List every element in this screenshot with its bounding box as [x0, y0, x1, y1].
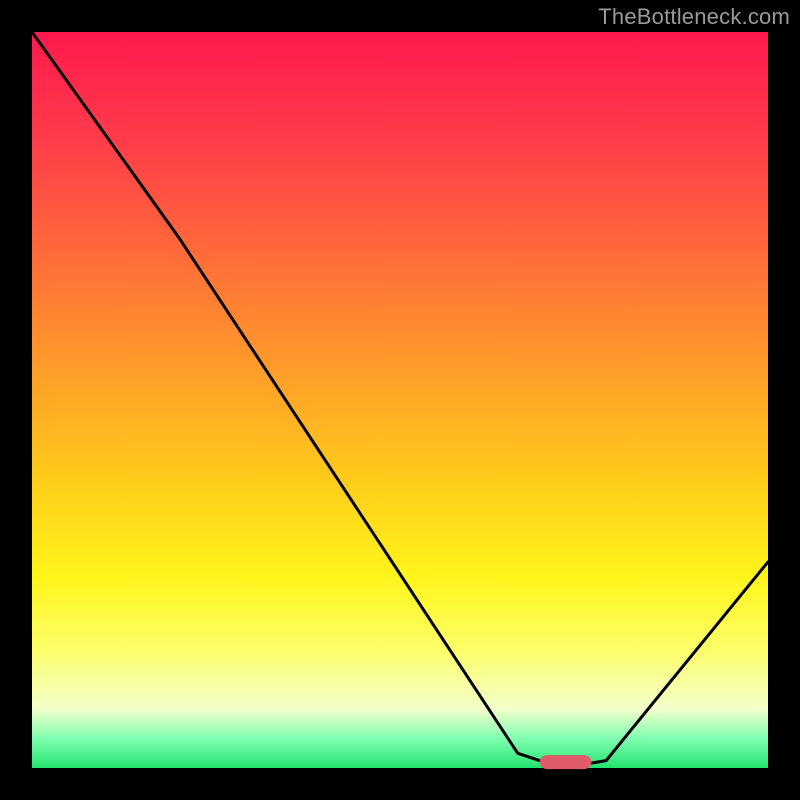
chart-svg [32, 32, 768, 768]
optimal-marker [540, 755, 592, 769]
bottleneck-curve [32, 32, 768, 768]
watermark-label: TheBottleneck.com [598, 4, 790, 30]
plot-area [32, 32, 768, 768]
chart-frame: TheBottleneck.com [0, 0, 800, 800]
